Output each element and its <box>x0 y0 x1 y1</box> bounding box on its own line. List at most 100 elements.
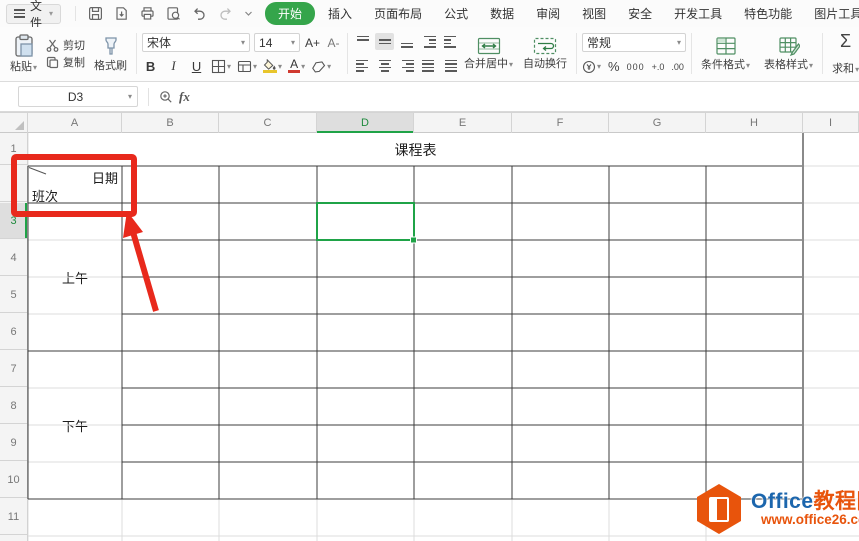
tab-dev-tools[interactable]: 开发工具 <box>665 2 731 25</box>
font-name-select[interactable]: 宋体 ▾ <box>142 33 251 52</box>
align-bottom-icon <box>400 36 414 48</box>
col-header-i[interactable]: I <box>803 113 859 133</box>
quick-access-toolbar <box>75 6 253 21</box>
font-size-select[interactable]: 14 ▾ <box>254 33 301 52</box>
font-color-button[interactable]: B A▾ <box>288 58 305 73</box>
tab-view[interactable]: 视图 <box>573 2 615 25</box>
office26-watermark: Office教程网 www.office26.com <box>694 484 859 534</box>
cell-title-course-schedule[interactable]: 课程表 <box>28 135 803 165</box>
ribbon-tabs: 开始 插入 页面布局 公式 数据 审阅 视图 安全 开发工具 特色功能 图片工具… <box>265 2 859 25</box>
row-header-9[interactable]: 9 <box>0 425 27 461</box>
tab-formulas[interactable]: 公式 <box>435 2 477 25</box>
fill-color-button[interactable]: ▾ <box>263 59 282 73</box>
decrease-decimal-button[interactable]: .00 <box>671 62 684 72</box>
align-center-button[interactable] <box>375 57 394 74</box>
number-format-select[interactable]: 常规 ▾ <box>582 33 687 52</box>
undo-icon[interactable] <box>192 6 207 21</box>
redo-icon[interactable] <box>218 6 233 21</box>
cut-icon <box>46 39 59 52</box>
save-icon[interactable] <box>88 6 103 21</box>
paste-icon <box>14 33 33 57</box>
tab-insert[interactable]: 插入 <box>319 2 361 25</box>
tab-data[interactable]: 数据 <box>481 2 523 25</box>
row-header-10[interactable]: 10 <box>0 462 27 498</box>
increase-indent-button[interactable] <box>441 33 460 50</box>
increase-font-size-button[interactable]: A+ <box>304 36 321 50</box>
conditional-format-button[interactable]: 条件格式▾ <box>697 35 754 73</box>
bold-button[interactable]: B <box>142 59 159 74</box>
home-ribbon: 粘贴▾ 剪切 复制 格式刷 宋体 ▾ 14 ▾ A+ A- B I U ▾ ▾ … <box>0 27 859 82</box>
wrap-text-button[interactable]: 自动换行 <box>519 36 571 72</box>
fx-label[interactable]: fx <box>179 89 190 105</box>
percent-format-button[interactable]: % <box>608 59 620 74</box>
paste-button[interactable]: 粘贴▾ <box>6 33 41 75</box>
row-header-5[interactable]: 5 <box>0 277 27 313</box>
tab-review[interactable]: 审阅 <box>527 2 569 25</box>
thousands-format-button[interactable]: 000 <box>627 62 645 72</box>
conditional-format-icon <box>715 36 736 55</box>
row-header-11[interactable]: 11 <box>0 499 27 535</box>
merge-center-button[interactable]: 合并居中▾ <box>460 36 517 72</box>
insert-function-icon[interactable] <box>159 90 173 104</box>
row-header-1[interactable]: 1 <box>0 133 27 165</box>
tab-special-features[interactable]: 特色功能 <box>735 2 801 25</box>
underline-button[interactable]: U <box>188 59 205 74</box>
col-header-f[interactable]: F <box>512 113 609 133</box>
file-menu-button[interactable]: 文件 ▾ <box>6 0 62 30</box>
increase-indent-icon <box>443 35 458 48</box>
align-top-button[interactable] <box>353 33 372 50</box>
align-bottom-button[interactable] <box>397 33 416 50</box>
sheet-grid[interactable] <box>0 133 859 541</box>
select-all-corner[interactable] <box>0 113 28 133</box>
currency-format-button[interactable]: ▾ <box>582 60 601 74</box>
col-header-g[interactable]: G <box>609 113 706 133</box>
align-left-button[interactable] <box>353 57 372 74</box>
formula-input[interactable] <box>197 82 859 111</box>
cell-a2-date-label[interactable]: 日期 <box>30 168 118 187</box>
italic-button[interactable]: I <box>165 58 182 74</box>
col-header-e[interactable]: E <box>414 113 512 133</box>
col-header-a[interactable]: A <box>28 113 122 133</box>
row-header-8[interactable]: 8 <box>0 388 27 424</box>
align-right-button[interactable] <box>397 57 416 74</box>
tab-picture-tools[interactable]: 图片工具 <box>805 2 859 25</box>
sum-button[interactable]: Σ 求和▾ <box>828 30 859 77</box>
tab-page-layout[interactable]: 页面布局 <box>365 2 431 25</box>
cell-morning[interactable]: 上午 <box>28 203 122 351</box>
cut-button[interactable]: 剪切 <box>46 37 85 54</box>
file-menu-label: 文件 <box>30 0 43 30</box>
eraser-icon <box>312 60 326 73</box>
tab-security[interactable]: 安全 <box>619 2 661 25</box>
row-header-7[interactable]: 7 <box>0 351 27 387</box>
cell-style-button[interactable]: ▾ <box>237 59 257 74</box>
align-middle-icon <box>378 36 392 48</box>
row-header-6[interactable]: 6 <box>0 314 27 350</box>
justify-button[interactable] <box>419 57 438 74</box>
eraser-button[interactable]: ▾ <box>311 60 331 73</box>
customize-qat-icon[interactable] <box>244 9 253 18</box>
align-middle-button[interactable] <box>375 33 395 50</box>
row-header-2[interactable]: 2 <box>0 166 27 202</box>
row-header-4[interactable]: 4 <box>0 240 27 276</box>
borders-button[interactable]: ▾ <box>211 59 231 74</box>
decrease-indent-button[interactable] <box>419 33 438 50</box>
print-preview-icon[interactable] <box>166 6 181 21</box>
export-pdf-icon[interactable] <box>114 6 129 21</box>
cell-afternoon[interactable]: 下午 <box>28 351 122 499</box>
table-style-button[interactable]: 表格样式▾ <box>760 35 817 73</box>
sigma-icon: Σ <box>840 31 852 51</box>
name-box[interactable]: D3 ▾ <box>18 86 138 107</box>
print-icon[interactable] <box>140 6 155 21</box>
format-painter-button[interactable]: 格式刷 <box>90 34 131 74</box>
col-header-b[interactable]: B <box>122 113 219 133</box>
copy-button[interactable]: 复制 <box>46 54 85 71</box>
decrease-font-size-button[interactable]: A- <box>325 36 342 50</box>
format-painter-icon <box>104 36 117 55</box>
increase-decimal-button[interactable]: +.0 <box>652 62 665 72</box>
tab-home[interactable]: 开始 <box>265 2 316 25</box>
col-header-c[interactable]: C <box>219 113 317 133</box>
distributed-button[interactable] <box>441 57 460 74</box>
col-header-d[interactable]: D <box>317 113 414 133</box>
row-header-3[interactable]: 3 <box>0 203 27 239</box>
col-header-h[interactable]: H <box>706 113 803 133</box>
